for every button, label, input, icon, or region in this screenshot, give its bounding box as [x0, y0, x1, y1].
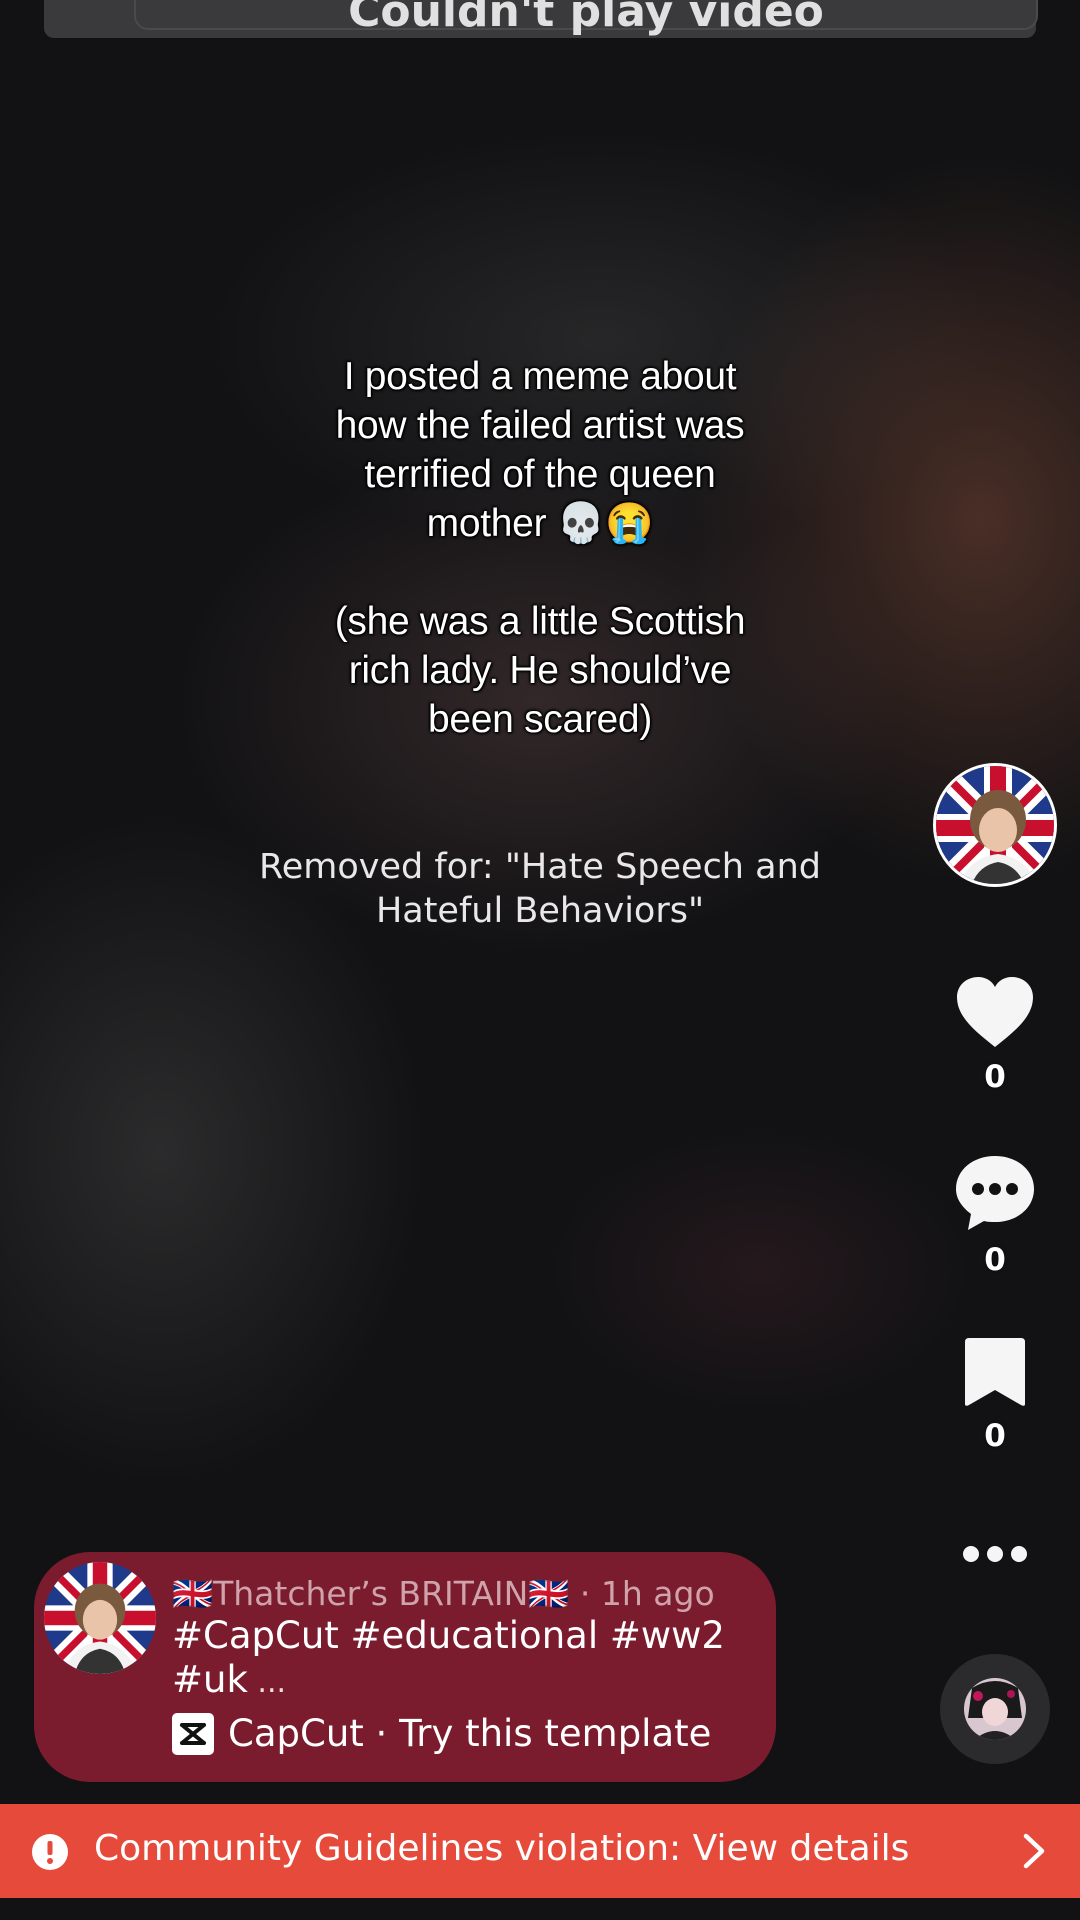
comment-count: 0	[984, 1242, 1006, 1278]
more-options-button[interactable]	[962, 1540, 1028, 1568]
description-ellipsis: ...	[247, 1665, 287, 1700]
save-button[interactable]: 0	[945, 1336, 1045, 1454]
template-text: CapCut · Try this template	[228, 1712, 712, 1755]
cannot-play-notice: Couldn't play video	[44, 0, 1038, 38]
removed-notice: Removed for: "Hate Speech and Hateful Be…	[259, 847, 821, 931]
creator-avatar[interactable]	[933, 763, 1057, 887]
video-screen: Couldn't play video I posted a meme abou…	[0, 0, 1080, 1920]
template-link[interactable]: CapCut · Try this template	[172, 1712, 711, 1755]
description-line-1: #CapCut #educational #ww2	[172, 1614, 725, 1657]
union-jack-portrait-icon	[44, 1562, 156, 1674]
author-avatar[interactable]	[44, 1562, 156, 1674]
music-art-image	[964, 1678, 1026, 1740]
music-art	[964, 1678, 1026, 1740]
bottom-strip	[0, 1898, 1080, 1920]
comment-bubble-icon	[956, 1156, 1034, 1230]
bookmark-icon	[965, 1338, 1025, 1406]
alert-circle-icon	[32, 1834, 68, 1870]
more-dots-icon	[963, 1546, 1027, 1562]
author-name[interactable]: 🇬🇧Thatcher’s BRITAIN🇬🇧	[172, 1574, 569, 1613]
post-time: · 1h ago	[569, 1574, 715, 1613]
violation-text: Community Guidelines violation: View det…	[94, 1828, 910, 1869]
like-count: 0	[984, 1059, 1006, 1095]
author-line[interactable]: 🇬🇧Thatcher’s BRITAIN🇬🇧 · 1h ago	[172, 1574, 715, 1614]
heart-icon	[957, 977, 1033, 1047]
save-count: 0	[984, 1418, 1006, 1454]
video-info-card[interactable]: 🇬🇧Thatcher’s BRITAIN🇬🇧 · 1h ago #CapCut …	[34, 1552, 776, 1782]
video-description[interactable]: #CapCut #educational #ww2 #uk ...	[172, 1614, 752, 1705]
video-caption: I posted a meme about how the failed art…	[334, 355, 746, 741]
notice-inner: Couldn't play video	[134, 0, 1038, 37]
notice-label: Couldn't play video	[348, 0, 824, 37]
description-line-2: #uk	[172, 1658, 248, 1701]
violation-banner[interactable]: Community Guidelines violation: View det…	[0, 1804, 1080, 1898]
union-jack-portrait-icon	[936, 766, 1054, 884]
like-button[interactable]: 0	[945, 975, 1045, 1095]
capcut-icon	[172, 1712, 214, 1755]
chevron-right-icon	[1022, 1832, 1046, 1874]
music-disc[interactable]	[940, 1654, 1050, 1764]
comment-button[interactable]: 0	[945, 1154, 1045, 1278]
